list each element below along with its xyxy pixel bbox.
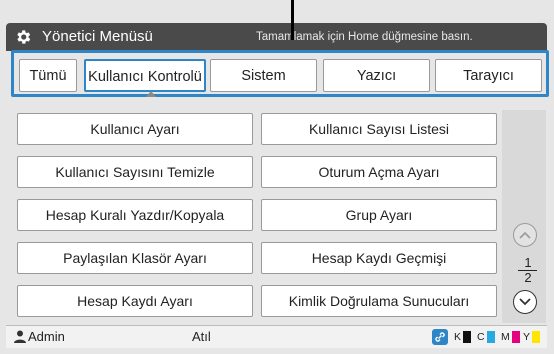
chevron-up-icon xyxy=(519,231,531,239)
ink-m: M xyxy=(501,330,520,344)
chevron-down-icon xyxy=(519,298,531,306)
ink-k: K xyxy=(454,330,472,344)
scroll-up-button[interactable] xyxy=(513,223,537,247)
machine-status: Atıl xyxy=(192,329,211,344)
user-setting-button[interactable]: Kullanıcı Ayarı xyxy=(17,113,253,145)
user-name: Admin xyxy=(28,329,65,344)
page-current: 1 xyxy=(524,255,532,270)
callout-line xyxy=(291,0,294,40)
tab-system[interactable]: Sistem xyxy=(210,59,317,92)
auth-servers-button[interactable]: Kimlik Doğrulama Sunucuları xyxy=(261,285,497,317)
tab-user-control[interactable]: Kullanıcı Kontrolü xyxy=(84,59,206,92)
link-icon[interactable] xyxy=(432,329,448,345)
home-hint: Tamamlamak için Home düğmesine basın. xyxy=(256,31,473,43)
shared-folder-setting-button[interactable]: Paylaşılan Klasör Ayarı xyxy=(17,242,253,274)
tab-bar: Tümü Kullanıcı Kontrolü Sistem Yazıcı Ta… xyxy=(11,50,549,98)
admin-menu-screen: Yönetici Menüsü Tamamlamak için Home düğ… xyxy=(0,0,554,354)
login-setting-button[interactable]: Oturum Açma Ayarı xyxy=(261,156,497,188)
tab-scanner[interactable]: Tarayıcı xyxy=(435,59,542,92)
tab-printer[interactable]: Yazıcı xyxy=(323,59,430,92)
page-total: 2 xyxy=(524,270,532,285)
gear-icon xyxy=(17,30,31,44)
user-count-list-button[interactable]: Kullanıcı Sayısı Listesi xyxy=(261,113,497,145)
user-icon xyxy=(14,330,26,343)
account-log-setting-button[interactable]: Hesap Kaydı Ayarı xyxy=(17,285,253,317)
ink-y: Y xyxy=(523,330,541,344)
status-bar: Admin Atıl K C M Y xyxy=(6,325,547,348)
page-title: Yönetici Menüsü xyxy=(42,28,153,45)
group-setting-button[interactable]: Grup Ayarı xyxy=(261,199,497,231)
ink-c: C xyxy=(477,330,495,344)
print-copy-account-rule-button[interactable]: Hesap Kuralı Yazdır/Kopyala xyxy=(17,199,253,231)
scroll-down-button[interactable] xyxy=(513,290,537,314)
clear-user-count-button[interactable]: Kullanıcı Sayısını Temizle xyxy=(17,156,253,188)
header-bar: Yönetici Menüsü Tamamlamak için Home düğ… xyxy=(6,23,547,51)
tab-all[interactable]: Tümü xyxy=(19,59,77,92)
account-log-history-button[interactable]: Hesap Kaydı Geçmişi xyxy=(261,242,497,274)
